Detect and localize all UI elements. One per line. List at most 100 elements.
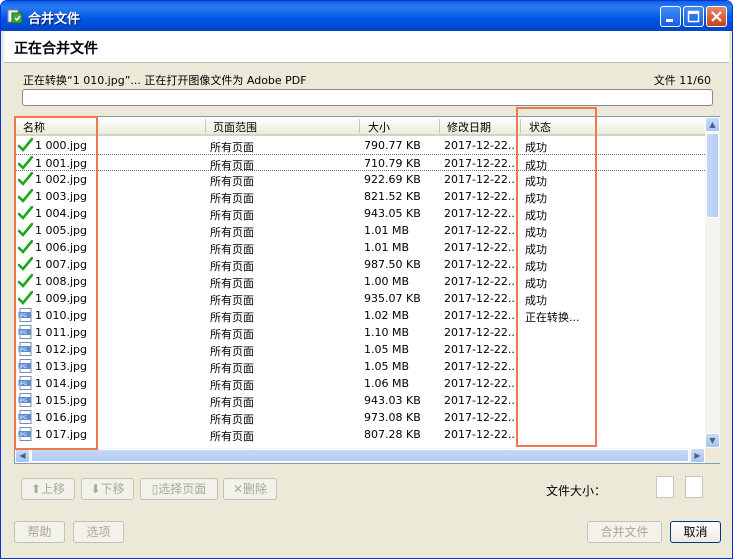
file-name: 1 013.jpg xyxy=(35,360,88,373)
table-row[interactable]: JPG 1 014.jpg 所有页面 1.06 MB 2017-12-22... xyxy=(15,375,705,392)
scroll-right-button[interactable]: ▶ xyxy=(690,448,705,463)
maximize-button[interactable] xyxy=(683,6,704,27)
rows-container: 1 000.jpg 所有页面 790.77 KB 2017-12-22... 成功 1 0… xyxy=(15,137,705,448)
column-header: 名称 页面范围 大小 修改日期 状态 xyxy=(15,117,705,136)
select-pages-button[interactable]: ▯选择页面 xyxy=(140,478,218,500)
table-row[interactable]: JPG 1 013.jpg 所有页面 1.05 MB 2017-12-22... xyxy=(15,358,705,375)
column-status[interactable]: 状态 xyxy=(529,119,551,135)
table-row[interactable]: 1 001.jpg 所有页面 710.79 KB 2017-12-22... 成功 xyxy=(15,154,705,172)
page-range: 所有页面 xyxy=(210,209,254,222)
scroll-down-button[interactable]: ▼ xyxy=(705,433,720,448)
svg-text:JPG: JPG xyxy=(19,364,28,370)
table-row[interactable]: JPG 1 016.jpg 所有页面 973.08 KB 2017-12-22... xyxy=(15,409,705,426)
table-row[interactable]: JPG 1 015.jpg 所有页面 943.03 KB 2017-12-22... xyxy=(15,392,705,409)
column-size[interactable]: 大小 xyxy=(368,119,390,135)
modified-date: 2017-12-22... xyxy=(444,207,519,220)
table-row[interactable]: JPG 1 010.jpg 所有页面 1.02 MB 2017-12-22... 正在转换… xyxy=(15,307,705,324)
horizontal-scrollbar[interactable]: ◀ ▶ xyxy=(15,448,705,463)
delete-icon: ✕ xyxy=(232,482,244,496)
table-row[interactable]: JPG 1 011.jpg 所有页面 1.10 MB 2017-12-22... xyxy=(15,324,705,341)
modified-date: 2017-12-22... xyxy=(444,292,519,305)
page-range: 所有页面 xyxy=(210,260,254,273)
delete-button[interactable]: ✕删除 xyxy=(223,478,277,500)
file-size: 935.07 KB xyxy=(364,292,421,305)
jpeg-file-icon: JPG xyxy=(18,376,33,390)
file-count: 文件 11/60 xyxy=(653,74,711,87)
move-down-label: 下移 xyxy=(100,482,125,496)
check-icon xyxy=(17,137,34,152)
options-button[interactable]: 选项 xyxy=(73,521,124,543)
vertical-scrollbar[interactable]: ▲ ▼ xyxy=(705,117,720,448)
table-row[interactable]: 1 005.jpg 所有页面 1.01 MB 2017-12-22... 成功 xyxy=(15,222,705,239)
large-page-icon[interactable] xyxy=(685,476,703,498)
page-range: 所有页面 xyxy=(210,294,254,307)
table-row[interactable]: 1 002.jpg 所有页面 922.69 KB 2017-12-22... 成功 xyxy=(15,171,705,188)
file-name: 1 017.jpg xyxy=(35,428,88,441)
status: 成功 xyxy=(525,226,547,239)
move-down-button[interactable]: ⬇下移 xyxy=(81,478,134,500)
scroll-thumb[interactable] xyxy=(706,133,719,218)
modified-date: 2017-12-22... xyxy=(444,377,519,390)
svg-text:JPG: JPG xyxy=(19,432,28,438)
column-divider[interactable] xyxy=(520,119,521,133)
file-size: 987.50 KB xyxy=(364,258,421,271)
page-range: 所有页面 xyxy=(210,345,254,358)
scroll-left-button[interactable]: ◀ xyxy=(15,448,30,463)
file-size: 1.05 MB xyxy=(364,360,410,373)
file-name: 1 002.jpg xyxy=(35,173,88,186)
merge-files-button[interactable]: 合并文件 xyxy=(587,521,662,543)
move-up-label: 上移 xyxy=(41,482,66,496)
page-range: 所有页面 xyxy=(210,226,254,239)
column-page-range[interactable]: 页面范围 xyxy=(213,119,257,135)
page-range: 所有页面 xyxy=(210,328,254,341)
column-modified-date[interactable]: 修改日期 xyxy=(447,119,491,135)
close-button[interactable] xyxy=(706,6,727,27)
merge-files-dialog: 合并文件 正在合并文件 正在转换“1 010.jpg”... 正在打开图像文件为… xyxy=(0,0,733,559)
table-row[interactable]: 1 008.jpg 所有页面 1.00 MB 2017-12-22... 成功 xyxy=(15,273,705,290)
table-row[interactable]: 1 007.jpg 所有页面 987.50 KB 2017-12-22... 成功 xyxy=(15,256,705,273)
file-name: 1 011.jpg xyxy=(35,326,88,339)
column-divider[interactable] xyxy=(205,119,206,133)
table-row[interactable]: 1 006.jpg 所有页面 1.01 MB 2017-12-22... 成功 xyxy=(15,239,705,256)
title-bar[interactable]: 合并文件 xyxy=(1,1,732,31)
file-name: 1 005.jpg xyxy=(35,224,88,237)
table-row[interactable]: 1 003.jpg 所有页面 821.52 KB 2017-12-22... 成功 xyxy=(15,188,705,205)
small-page-icon[interactable] xyxy=(656,476,674,498)
modified-date: 2017-12-22... xyxy=(444,258,519,271)
app-icon xyxy=(7,9,23,24)
scroll-thumb-horizontal[interactable] xyxy=(31,449,689,462)
table-row[interactable]: 1 004.jpg 所有页面 943.05 KB 2017-12-22... 成功 xyxy=(15,205,705,222)
modified-date: 2017-12-22... xyxy=(444,224,519,237)
file-size-label: 文件大小： xyxy=(546,484,607,498)
jpeg-file-icon: JPG xyxy=(18,410,33,424)
table-row[interactable]: JPG 1 012.jpg 所有页面 1.05 MB 2017-12-22... xyxy=(15,341,705,358)
table-row[interactable]: JPG 1 017.jpg 所有页面 807.28 KB 2017-12-22... xyxy=(15,426,705,443)
status: 成功 xyxy=(525,277,547,290)
scroll-up-button[interactable]: ▲ xyxy=(705,117,720,132)
file-size: 1.10 MB xyxy=(364,326,410,339)
status: 成功 xyxy=(525,141,547,154)
help-button[interactable]: 帮助 xyxy=(14,521,65,543)
move-up-button[interactable]: ⬆上移 xyxy=(21,478,75,500)
table-row[interactable]: 1 009.jpg 所有页面 935.07 KB 2017-12-22... 成功 xyxy=(15,290,705,307)
jpeg-file-icon: JPG xyxy=(18,393,33,407)
table-row[interactable]: 1 000.jpg 所有页面 790.77 KB 2017-12-22... 成功 xyxy=(15,137,705,154)
file-list[interactable]: 名称 页面范围 大小 修改日期 状态 1 000.jpg 所有页面 790.77 K… xyxy=(14,116,720,464)
header-band: 正在合并文件 xyxy=(4,31,729,63)
cancel-button[interactable]: 取消 xyxy=(670,521,721,543)
status: 成功 xyxy=(525,175,547,188)
column-name[interactable]: 名称 xyxy=(23,119,45,135)
file-size: 1.00 MB xyxy=(364,275,410,288)
svg-text:JPG: JPG xyxy=(19,313,28,319)
file-size: 943.03 KB xyxy=(364,394,421,407)
minimize-button[interactable] xyxy=(660,6,681,27)
file-size: 807.28 KB xyxy=(364,428,421,441)
file-size: 943.05 KB xyxy=(364,207,421,220)
column-divider[interactable] xyxy=(439,119,440,133)
delete-label: 删除 xyxy=(243,482,268,496)
column-divider[interactable] xyxy=(359,119,360,133)
check-icon xyxy=(17,205,34,220)
file-size: 1.01 MB xyxy=(364,241,410,254)
modified-date: 2017-12-22... xyxy=(444,360,519,373)
minimize-icon xyxy=(666,19,673,22)
